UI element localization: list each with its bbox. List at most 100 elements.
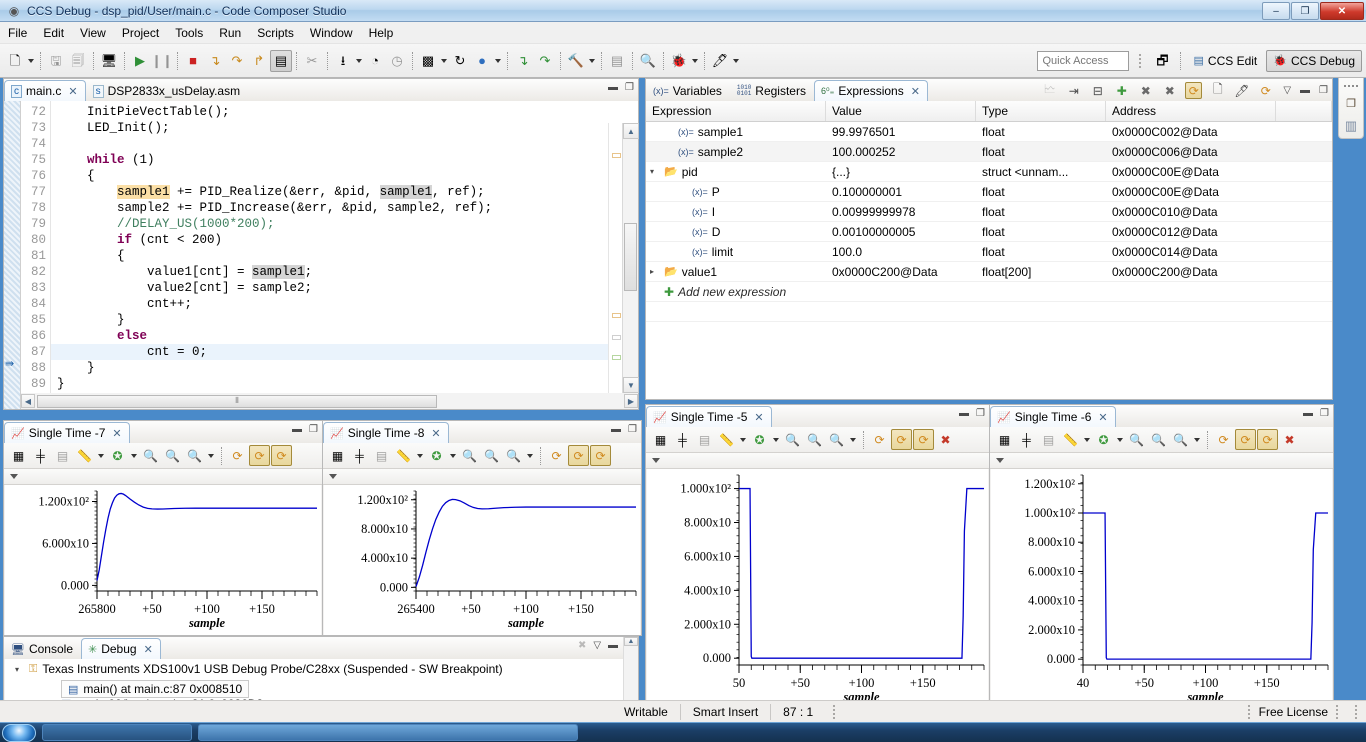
close-icon[interactable]: ✕ (112, 427, 121, 440)
editor-code-area[interactable]: InitPieVectTable(); LED_Init(); while (1… (51, 101, 638, 409)
expression-cell[interactable]: (x)= P (646, 182, 826, 202)
collapse-expand-icon[interactable]: ⇥ (1065, 82, 1082, 99)
chevron-down-icon[interactable] (738, 429, 748, 450)
table-row[interactable]: (x)= I 0.00999999978 float 0x0000C010@Data (646, 202, 1332, 222)
chevron-down-icon[interactable] (771, 429, 781, 450)
value-cell[interactable]: 100.0 (826, 242, 976, 262)
step-over-icon[interactable]: ↷ (226, 50, 248, 72)
maximize-icon[interactable]: ❐ (1320, 408, 1329, 419)
data-cursor-icon[interactable]: 📏 (1060, 429, 1081, 450)
step-return-icon[interactable]: ↱ (248, 50, 270, 72)
reset-zoom-icon[interactable]: 🔍 (184, 445, 205, 466)
remove-expression-icon[interactable]: ✖ (1137, 82, 1154, 99)
value-cell[interactable]: 100.000252 (826, 142, 976, 162)
taskbar-item[interactable] (198, 724, 578, 741)
data-cursor-icon[interactable]: 📏 (716, 429, 737, 450)
globe-icon[interactable]: ● (471, 50, 493, 72)
memory-browser-icon[interactable]: ▥ (1345, 118, 1357, 134)
chevron-down-icon[interactable] (96, 445, 106, 466)
code-line[interactable]: InitPieVectTable(); (51, 104, 638, 120)
open-console-icon[interactable]: 🖥 (98, 50, 120, 72)
scroll-up-icon[interactable]: ▲ (623, 123, 639, 139)
twisty-expanded-icon[interactable]: ▾ (15, 665, 24, 674)
continuous-refresh-icon[interactable]: ⟳ (271, 445, 292, 466)
value-cell[interactable]: 99.9976501 (826, 122, 976, 142)
table-row[interactable]: (x)= limit 100.0 float 0x0000C014@Data (646, 242, 1332, 262)
chevron-down-icon[interactable] (587, 50, 597, 72)
table-row[interactable]: (x)= sample1 99.9976501 float 0x0000C002@Dat… (646, 122, 1332, 142)
code-line[interactable]: sample1 += PID_Realize(&err, &pid, sampl… (51, 184, 638, 200)
expression-cell[interactable]: (x)= sample1 (646, 122, 826, 142)
scroll-right-icon[interactable]: ▶ (624, 394, 638, 408)
graph-toolbar-overflow[interactable] (323, 469, 641, 485)
table-row[interactable]: ▸ 📂 value1 0x0000C200@Data float[200] 0x0000C… (646, 262, 1332, 282)
menu-edit[interactable]: Edit (35, 24, 72, 42)
menu-file[interactable]: File (0, 24, 35, 42)
expression-cell[interactable]: (x)= D (646, 222, 826, 242)
tab-console[interactable]: 🖥 Console (4, 638, 81, 659)
remove-graph-icon[interactable]: ✖ (935, 429, 956, 450)
chevron-down-icon[interactable] (493, 50, 503, 72)
terminate-icon[interactable]: ■ (182, 50, 204, 72)
assembly-step-icon[interactable]: ▤ (270, 49, 292, 72)
code-line[interactable]: } (51, 360, 638, 376)
close-button[interactable]: ✕ (1320, 2, 1364, 20)
continuous-refresh-icon[interactable]: ⟳ (590, 445, 611, 466)
start-button[interactable] (2, 723, 36, 742)
graph-properties-icon[interactable]: ▦ (327, 445, 348, 466)
restore-view-icon[interactable]: ❐ (1346, 97, 1356, 110)
code-line[interactable]: cnt++; (51, 296, 638, 312)
reset-zoom-icon[interactable]: 🔍 (1170, 429, 1191, 450)
code-line[interactable] (51, 136, 638, 152)
minimize-button[interactable]: – (1262, 2, 1290, 20)
run-pen-icon[interactable]: 🖊 (709, 50, 731, 72)
code-line[interactable]: //DELAY_US(1000*200); (51, 216, 638, 232)
refresh-icon[interactable]: ⟳ (1257, 82, 1274, 99)
value-cell[interactable]: 0x0000C200@Data (826, 262, 976, 282)
debug-bug-icon[interactable]: 🐞 (668, 50, 690, 72)
list-item[interactable]: ▤ main() at main.c:87 0x008510 (5, 679, 637, 699)
continuous-refresh-h-icon[interactable]: ⟳ (568, 445, 589, 466)
editor-vertical-scrollbar[interactable]: ▲ ▼ (622, 123, 639, 393)
continuous-refresh-h-icon[interactable]: ⟳ (1235, 429, 1256, 450)
maximize-icon[interactable]: ❐ (976, 408, 985, 419)
graph-canvas[interactable]: 1.000x10² 8.000x10 6.000x10 4.000x10 2.000x1… (647, 469, 988, 709)
expression-cell[interactable]: (x)= I (646, 202, 826, 222)
expression-cell[interactable]: ▸ 📂 value1 (646, 262, 826, 282)
tab-graph5[interactable]: 📈 Single Time -5 ✕ (646, 406, 772, 427)
code-line[interactable]: cnt = 0; (51, 344, 638, 360)
tab-graph8[interactable]: 📈 Single Time -8 ✕ (323, 422, 449, 443)
tab-registers[interactable]: 1010 0101 Registers (730, 80, 814, 101)
selected-stack-frame[interactable]: ▤ main() at main.c:87 0x008510 (61, 680, 250, 698)
chevron-down-icon[interactable] (206, 445, 216, 466)
code-line[interactable]: else (51, 328, 638, 344)
edit-watch-icon[interactable]: 🖊 (1233, 82, 1250, 99)
editor-hscroll-thumb[interactable]: ⦀ (37, 394, 437, 408)
tab-graph7[interactable]: 📈 Single Time -7 ✕ (4, 422, 130, 443)
graph-toolbar-overflow[interactable] (990, 453, 1333, 469)
view-menu-icon[interactable]: ▽ (593, 640, 601, 651)
expression-cell[interactable]: (x)= sample2 (646, 142, 826, 162)
address-cell[interactable]: 0x0000C200@Data (1106, 262, 1276, 282)
new-icon[interactable]: 🗋 (4, 50, 26, 72)
chevron-down-icon[interactable] (415, 445, 425, 466)
code-line[interactable]: } (51, 376, 638, 392)
chevron-down-icon[interactable] (129, 445, 139, 466)
list-item[interactable]: ▾ ⚿ Texas Instruments XDS100v1 USB Debug P… (5, 659, 637, 679)
column-header-value[interactable]: Value (826, 101, 976, 121)
perspective-ccs-debug[interactable]: 🐞 CCS Debug (1266, 49, 1362, 72)
terminate-all-icon[interactable]: ✖ (578, 640, 586, 651)
tab-expressions[interactable]: 6⁰₌ Expressions ✕ (813, 80, 928, 101)
table-row[interactable]: (x)= P 0.100000001 float 0x0000C00E@Data (646, 182, 1332, 202)
minimize-icon[interactable]: ▬ (611, 424, 621, 435)
type-cell[interactable]: float (976, 242, 1106, 262)
expression-cell[interactable]: (x)= limit (646, 242, 826, 262)
address-cell[interactable]: 0x0000C00E@Data (1106, 162, 1276, 182)
align-center-icon[interactable]: ╪ (672, 429, 693, 450)
type-cell[interactable]: float (976, 142, 1106, 162)
code-line[interactable]: sample2 += PID_Increase(&err, &pid, samp… (51, 200, 638, 216)
zoom-out-icon[interactable]: 🔍 (804, 429, 825, 450)
chevron-down-icon[interactable] (1082, 429, 1092, 450)
menu-run[interactable]: Run (211, 24, 249, 42)
add-marker-icon[interactable]: ✪ (1093, 429, 1114, 450)
